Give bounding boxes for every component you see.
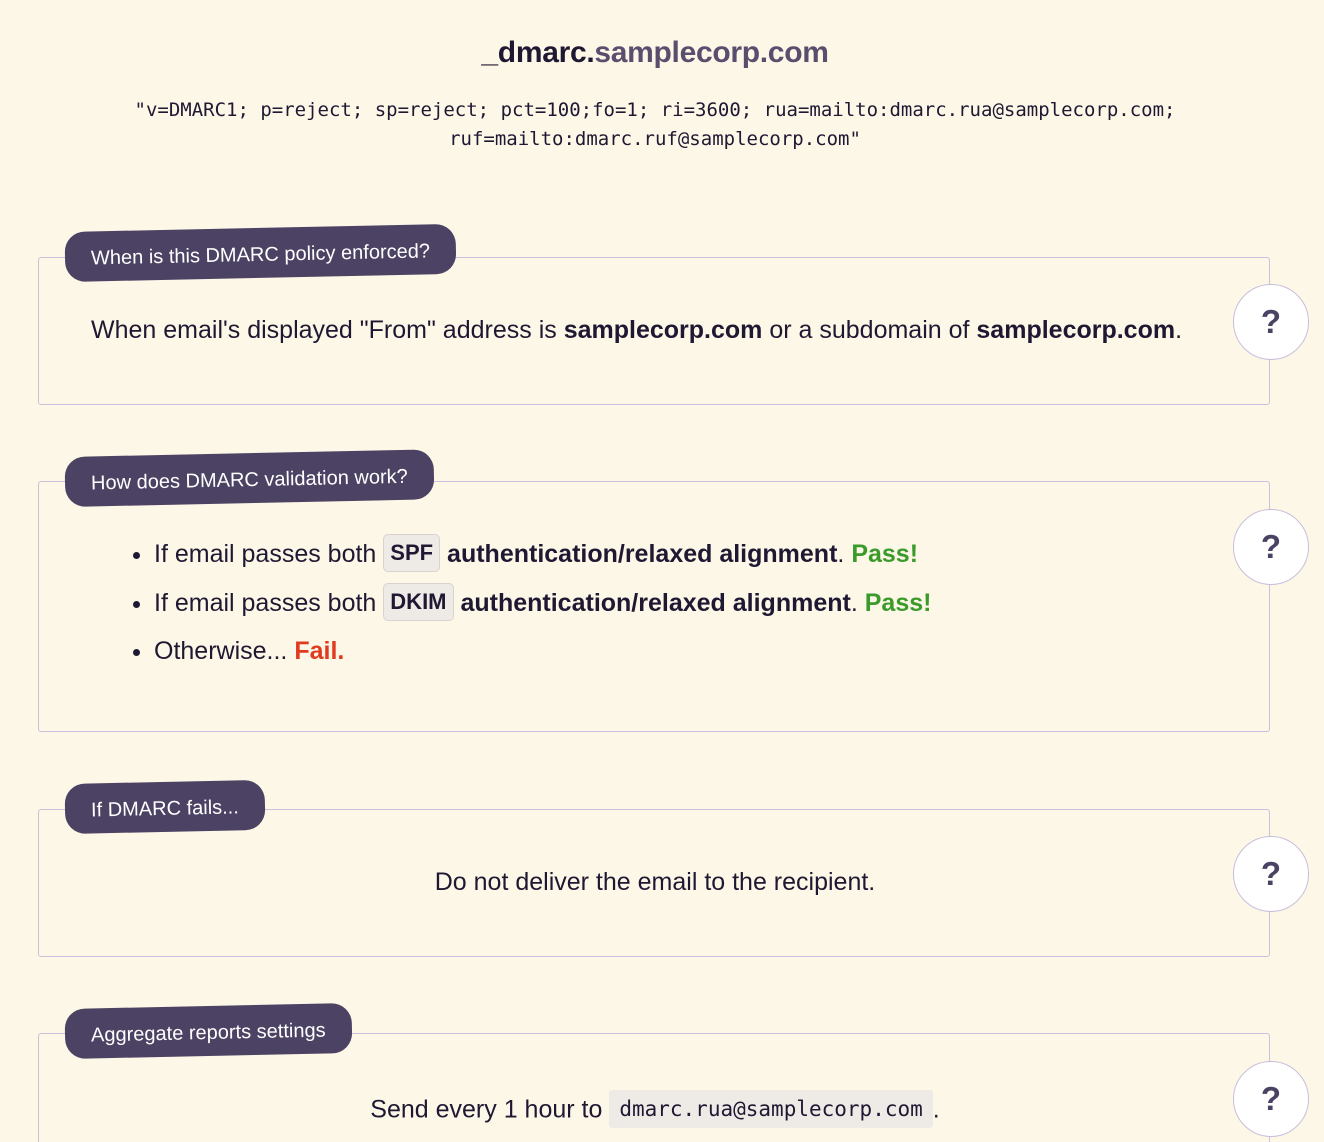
validation-item-strong: authentication/relaxed alignment — [447, 540, 838, 568]
fail-result: Fail. — [294, 637, 345, 665]
enforced-domain-2: samplecorp.com — [976, 316, 1176, 344]
enforced-description: When email's displayed "From" address is… — [91, 316, 1182, 345]
fails-section-title: If DMARC fails... — [64, 779, 266, 834]
fails-help-button[interactable]: ? — [1233, 836, 1309, 912]
fails-description: Do not deliver the email to the recipien… — [434, 868, 876, 896]
validation-list: If email passes both SPF authentication/… — [106, 530, 931, 676]
validation-item-dot: . — [837, 540, 852, 568]
validation-section-title: How does DMARC validation work? — [64, 449, 435, 507]
aggregate-text-1: Send every 1 hour to — [370, 1095, 610, 1124]
validation-item-otherwise: Otherwise... Fail. — [154, 627, 931, 676]
aggregate-section-title: Aggregate reports settings — [64, 1003, 353, 1059]
aggregate-help-button[interactable]: ? — [1233, 1061, 1309, 1137]
enforced-text-1: When email's displayed "From" address is — [91, 316, 564, 344]
dkim-chip: DKIM — [383, 582, 454, 621]
validation-item-dkim: If email passes both DKIM authentication… — [154, 579, 931, 628]
validation-item-prefix: If email passes both — [154, 540, 384, 568]
aggregate-text-2: . — [932, 1095, 940, 1124]
validation-item-prefix: If email passes both — [154, 588, 384, 617]
enforced-text-2: or a subdomain of — [762, 316, 977, 344]
dmarc-record: "v=DMARC1; p=reject; sp=reject; pct=100;… — [60, 96, 1250, 154]
aggregate-description: Send every 1 hour to dmarc.rua@samplecor… — [0, 1090, 1310, 1130]
validation-help-button[interactable]: ? — [1233, 509, 1309, 585]
enforced-section-title: When is this DMARC policy enforced? — [64, 223, 457, 282]
subdomain-prefix: _dmarc. — [481, 36, 595, 69]
domain-name: samplecorp.com — [594, 36, 829, 69]
spf-chip: SPF — [383, 534, 441, 573]
dmarc-record-line-2: ruf=mailto:dmarc.ruf@samplecorp.com" — [449, 128, 861, 150]
dmarc-record-line-1: "v=DMARC1; p=reject; sp=reject; pct=100;… — [134, 99, 1176, 121]
enforced-domain-1: samplecorp.com — [563, 316, 763, 344]
rua-address: dmarc.rua@samplecorp.com — [609, 1090, 933, 1128]
enforced-help-button[interactable]: ? — [1233, 284, 1309, 360]
pass-result: Pass! — [851, 540, 919, 568]
validation-item-dot: . — [850, 588, 865, 617]
enforced-text-3: . — [1175, 316, 1183, 344]
page-title: _dmarc.samplecorp.com — [0, 36, 1310, 70]
pass-result: Pass! — [864, 588, 932, 617]
validation-item-spf: If email passes both SPF authentication/… — [154, 530, 931, 579]
validation-item-strong: authentication/relaxed alignment — [460, 588, 851, 617]
validation-item-prefix: Otherwise... — [154, 637, 295, 665]
